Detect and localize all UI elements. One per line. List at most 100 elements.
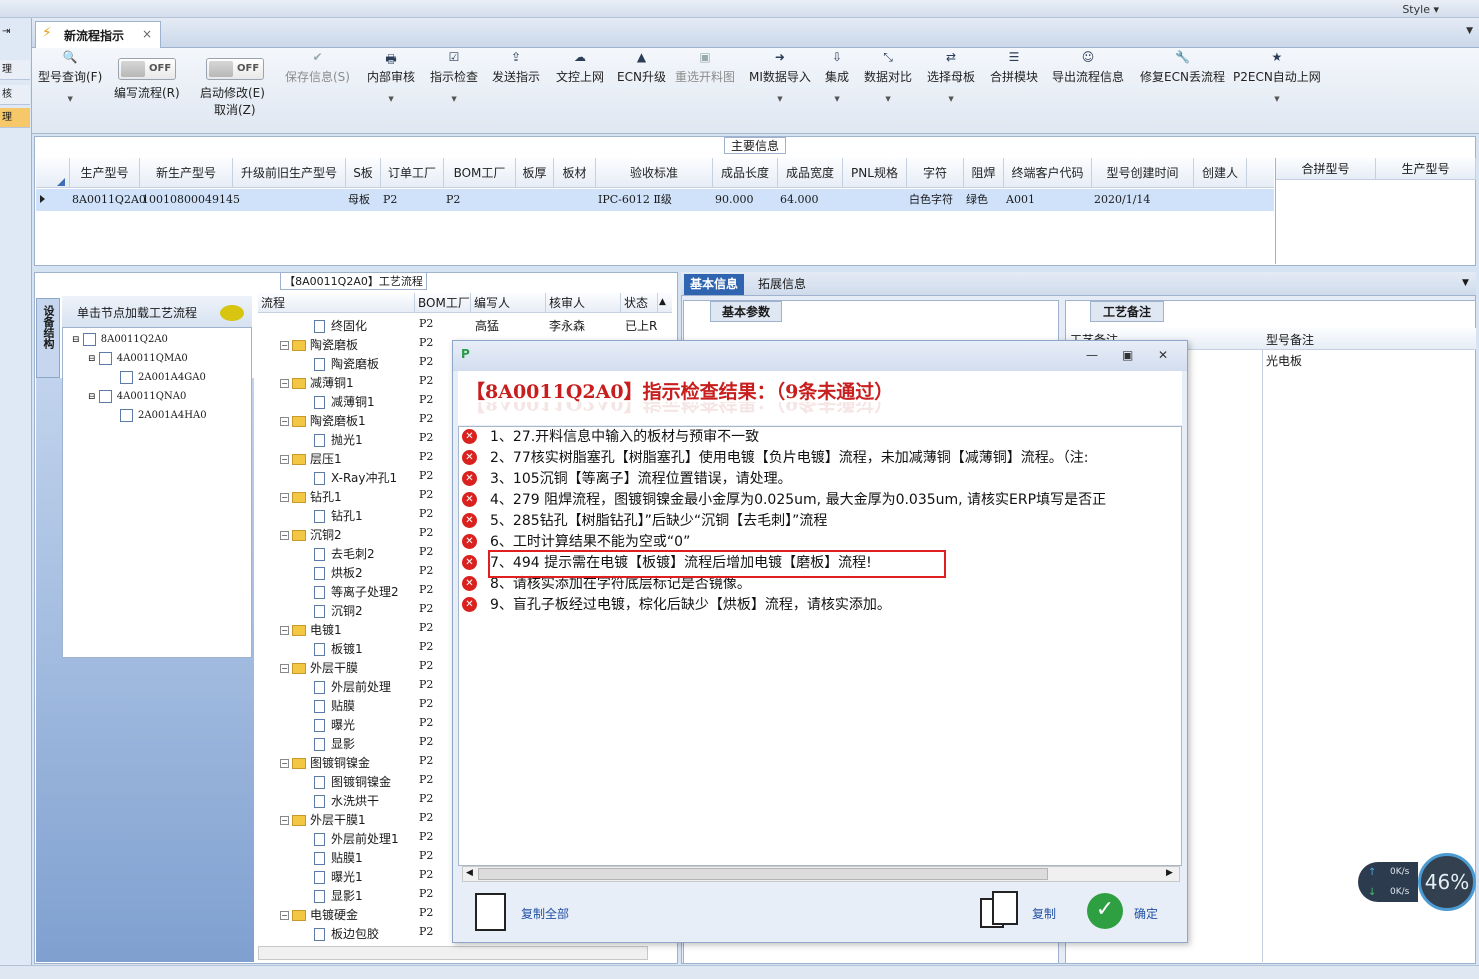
error-item[interactable]: ✕ 2、77核实树脂塞孔【树脂塞孔】使用电镀【负片电镀】流程，未加减薄铜【减薄铜】… (462, 448, 1180, 469)
data-compare-button[interactable]: ⤡ 数据对比 ▼ (864, 50, 912, 103)
error-item[interactable]: ✕ 5、285钻孔【树脂钻孔】”后缺少“沉铜【去毛刺】”流程 (462, 511, 1180, 532)
process-row[interactable]: 终固化 P2 高猛 李永森 已上R (258, 315, 672, 334)
error-item[interactable]: ✕ 4、279 阻焊流程，图镀铜镍金最小金厚为0.025um, 最大金厚为0.03… (462, 490, 1180, 511)
collapse-icon[interactable]: − (280, 759, 289, 768)
basic-params-tab[interactable]: 基本参数 (710, 301, 782, 322)
col-width[interactable]: 成品宽度 (778, 158, 843, 188)
scroll-right-icon[interactable]: ▶ (1166, 868, 1173, 878)
col-char[interactable]: 字符 (907, 158, 964, 188)
copy-all-button[interactable]: 复制全部 (521, 905, 569, 922)
error-text: 8、请核实添加在字符底层标记是否镜像。 (490, 576, 751, 592)
col-acceptance[interactable]: 验收标准 (596, 158, 713, 188)
col-pnl[interactable]: PNL规格 (843, 158, 907, 188)
cpu-percent[interactable]: 46% (1418, 853, 1476, 911)
collapse-icon[interactable]: − (280, 911, 289, 920)
process-notes-tab[interactable]: 工艺备注 (1090, 301, 1164, 322)
write-process-toggle[interactable]: OFF (118, 58, 176, 80)
tab-dropdown-icon[interactable]: ▼ (1466, 26, 1473, 36)
collapse-icon[interactable]: − (280, 493, 289, 502)
col-proc-bom[interactable]: BOM工厂 (415, 293, 471, 313)
tab-new-process[interactable]: ⚡ 新流程指示 × (35, 21, 161, 48)
tree-node-1[interactable]: ⊟ 4A0011QMA0 (88, 352, 188, 365)
scroll-thumb[interactable] (478, 868, 1048, 880)
collapse-icon[interactable]: − (280, 379, 289, 388)
select-mother-board-button[interactable]: ⇄ 选择母板 ▼ (927, 50, 975, 103)
col-s-board[interactable]: S板 (346, 158, 381, 188)
process-name-text: 显影1 (331, 889, 363, 903)
left-nav-item-3[interactable]: 理 (0, 108, 30, 128)
confirm-check-icon[interactable]: ✓ (1087, 893, 1123, 929)
tree-node-root[interactable]: ⊟ 8A0011Q2A0 (72, 333, 168, 346)
error-item[interactable]: ✕ 9、盲孔子板经过电镀，棕化后缺少【烘板】流程，请核实添加。 (462, 595, 1180, 616)
close-icon[interactable]: ✕ (1158, 348, 1168, 362)
col-model-note[interactable]: 型号备注 (1266, 331, 1314, 348)
reselect-cutting-button[interactable]: ▣ 重选开料图 (675, 50, 735, 85)
col-material[interactable]: 板材 (554, 158, 596, 188)
chat-bubble-icon[interactable] (220, 305, 244, 321)
scroll-left-icon[interactable]: ◀ (466, 868, 473, 878)
login-icon[interactable]: ⇥ (0, 26, 30, 46)
folder-icon (292, 492, 306, 503)
error-item[interactable]: ✕ 1、27.开料信息中输入的板材与预审不一致 (462, 427, 1180, 448)
model-query-button[interactable]: 🔍 型号查询(F) ▼ (38, 50, 102, 103)
save-info-button[interactable]: ✔ 保存信息(S) (285, 50, 350, 85)
export-process-button[interactable]: ☺ 导出流程信息 (1052, 50, 1124, 85)
internal-review-button[interactable]: 🖶 内部审核 ▼ (367, 50, 415, 103)
p2ecn-online-button[interactable]: ★ P2ECN自动上网 ▼ (1233, 50, 1321, 103)
mi-import-button[interactable]: ➜ MI数据导入 ▼ (749, 50, 811, 103)
confirm-button[interactable]: 确定 (1134, 905, 1158, 922)
repair-ecn-button[interactable]: 🔧 修复ECN丢流程 (1140, 50, 1225, 85)
col-production-model[interactable]: 生产型号 (70, 158, 140, 188)
col-old-model[interactable]: 升级前旧生产型号 (233, 158, 346, 188)
col-new-model[interactable]: 新生产型号 (140, 158, 233, 188)
col-merge-model[interactable]: 合拼型号 (1276, 158, 1376, 180)
copy-icon[interactable] (992, 891, 1018, 925)
col-reviewer[interactable]: 核审人 (546, 293, 621, 313)
doc-online-button[interactable]: ☁ 文控上网 (556, 50, 604, 85)
tab-device-structure[interactable]: 设备结构 (36, 298, 60, 378)
collapse-icon[interactable]: − (280, 455, 289, 464)
col-process[interactable]: 流程 (258, 293, 415, 313)
col-creator[interactable]: 创建人 (1194, 158, 1247, 188)
error-item[interactable]: ✕ 3、105沉铜【等离子】流程位置错误，请处理。 (462, 469, 1180, 490)
horizontal-scrollbar[interactable] (258, 946, 648, 960)
col-length[interactable]: 成品长度 (713, 158, 778, 188)
integrate-button[interactable]: ⇩ 集成 ▼ (825, 50, 849, 103)
col-status[interactable]: 状态 (621, 293, 658, 313)
close-tab-icon[interactable]: × (142, 27, 152, 41)
col-bom-factory[interactable]: BOM工厂 (444, 158, 516, 188)
col-solder-mask[interactable]: 阻焊 (964, 158, 1004, 188)
tab-basic-info[interactable]: 基本信息 (684, 274, 745, 295)
collapse-icon[interactable]: − (280, 664, 289, 673)
col-merge-production-model[interactable]: 生产型号 (1376, 158, 1476, 180)
collapse-icon[interactable]: − (280, 626, 289, 635)
copy-button[interactable]: 复制 (1032, 905, 1056, 922)
process-name: 板边包胶 (314, 925, 379, 942)
minimize-icon[interactable]: — (1086, 348, 1098, 362)
col-writer[interactable]: 编写人 (471, 293, 546, 313)
tree-node-3[interactable]: ⊟ 4A0011QNA0 (88, 390, 186, 403)
collapse-icon[interactable]: − (280, 417, 289, 426)
send-instruction-button[interactable]: ⇪ 发送指示 (492, 50, 540, 85)
col-customer-code[interactable]: 终端客户代码 (1004, 158, 1092, 188)
tree-node-4[interactable]: 2A001A4HA0 (120, 409, 207, 422)
tree-node-2[interactable]: 2A001A4GA0 (120, 371, 206, 384)
copy-all-icon[interactable] (475, 893, 506, 931)
style-menu[interactable]: Style ▾ (1402, 3, 1439, 16)
start-modify-toggle[interactable]: OFF (206, 58, 264, 80)
col-thickness[interactable]: 板厚 (516, 158, 554, 188)
left-nav-item-2[interactable]: 核 (0, 85, 30, 105)
ecn-upgrade-button[interactable]: ▲ ECN升级 (617, 50, 666, 85)
scroll-up-icon[interactable]: ▲ (659, 297, 666, 307)
panel-dropdown-icon[interactable]: ▼ (1462, 278, 1469, 288)
merge-module-button[interactable]: ☰ 合拼模块 (990, 50, 1038, 85)
instruction-check-button[interactable]: ☑ 指示检查 ▼ (430, 50, 478, 103)
col-created-time[interactable]: 型号创建时间 (1092, 158, 1194, 188)
collapse-icon[interactable]: − (280, 341, 289, 350)
col-order-factory[interactable]: 订单工厂 (381, 158, 444, 188)
collapse-icon[interactable]: − (280, 531, 289, 540)
tab-extended-info[interactable]: 拓展信息 (752, 274, 812, 295)
left-nav-item-1[interactable]: 理 (0, 60, 30, 80)
collapse-icon[interactable]: − (280, 816, 289, 825)
maximize-icon[interactable]: ▣ (1122, 348, 1133, 362)
